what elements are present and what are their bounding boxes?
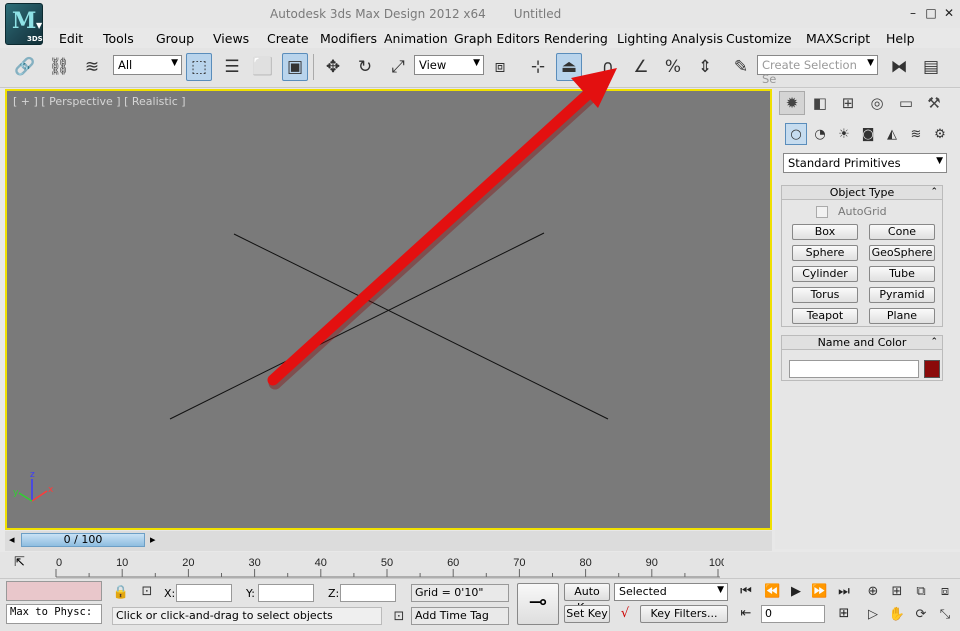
category-value: Standard Primitives	[788, 156, 901, 170]
helpers-icon[interactable]: ◭	[881, 123, 903, 145]
status-bar: Max to Physc: 🔒 ⊡ X: Y: Z: Grid = 0'10" …	[0, 578, 960, 631]
create-category-icons: ○ ◔ ☀ ◙ ◭ ≋ ⚙	[783, 123, 953, 147]
cylinder-button[interactable]: Cylinder	[792, 266, 858, 282]
name-and-color-rollout: Name and Color ⌃	[781, 335, 943, 381]
absolute-mode-icon[interactable]: ⊡	[138, 584, 156, 599]
y-coordinate-field[interactable]	[258, 584, 314, 602]
z-coordinate-field[interactable]	[340, 584, 396, 602]
default-in-out-tangents-icon[interactable]: √	[616, 606, 634, 621]
orbit-icon[interactable]: ⟳	[912, 607, 930, 622]
lights-icon[interactable]: ☀	[833, 123, 855, 145]
sphere-button[interactable]: Sphere	[792, 245, 858, 261]
systems-icon[interactable]: ⚙	[929, 123, 951, 145]
command-panel-tabs: ✹ ◧ ⊞ ◎ ▭ ⚒	[775, 89, 960, 117]
tube-button[interactable]: Tube	[869, 266, 935, 282]
category-dropdown[interactable]: Standard Primitives ▼	[783, 153, 947, 173]
play-icon[interactable]: ▶	[788, 584, 804, 599]
zoom-extents-icon[interactable]: ⧉	[912, 584, 930, 599]
go-to-start-icon[interactable]: ⏮	[738, 584, 754, 599]
object-type-header[interactable]: Object Type ⌃	[782, 186, 942, 200]
name-and-color-header[interactable]: Name and Color ⌃	[782, 336, 942, 350]
track-bar-label: 60	[447, 557, 459, 569]
autogrid-label: AutoGrid	[838, 205, 887, 218]
create-tab-icon[interactable]: ✹	[779, 91, 805, 115]
current-frame-field[interactable]: 0	[761, 605, 825, 623]
track-bar-label: 70	[513, 557, 525, 569]
display-tab-icon[interactable]: ▭	[893, 91, 919, 115]
lock-icon[interactable]: 🔒	[112, 585, 130, 600]
motion-tab-icon[interactable]: ◎	[864, 91, 890, 115]
hierarchy-tab-icon[interactable]: ⊞	[835, 91, 861, 115]
collapse-icon: ⌃	[930, 337, 938, 347]
set-key-mode-icon[interactable]: ⊸	[517, 583, 559, 625]
modify-tab-icon[interactable]: ◧	[807, 91, 833, 115]
utilities-tab-icon[interactable]: ⚒	[921, 91, 947, 115]
zoom-extents-all-icon[interactable]: ⧈	[936, 584, 954, 599]
track-bar-label: 100	[709, 557, 724, 569]
object-name-input[interactable]	[789, 360, 919, 378]
object-color-swatch[interactable]	[924, 360, 940, 378]
time-slider-next-icon[interactable]: ▸	[150, 533, 156, 546]
chevron-down-icon: ▼	[717, 585, 724, 595]
object-type-rollout: Object Type ⌃ AutoGrid Box Cone Sphere G…	[781, 185, 943, 327]
track-bar-label: 30	[248, 557, 260, 569]
track-bar-label: 0	[56, 557, 62, 569]
autogrid-checkbox[interactable]	[816, 206, 828, 218]
plane-button[interactable]: Plane	[869, 308, 935, 324]
add-time-tag[interactable]: Add Time Tag	[411, 607, 509, 625]
time-slider-prev-icon[interactable]: ◂	[9, 533, 15, 546]
torus-button[interactable]: Torus	[792, 287, 858, 303]
pyramid-button[interactable]: Pyramid	[869, 287, 935, 303]
track-bar-label: 50	[381, 557, 393, 569]
go-to-end-icon[interactable]: ⏭	[836, 584, 852, 599]
maximize-viewport-icon[interactable]: ⤡	[936, 607, 954, 622]
time-configuration-icon[interactable]: ⊞	[836, 606, 852, 621]
maxscript-mini-listener-top[interactable]	[6, 581, 102, 601]
track-bar[interactable]: ⇱ 0 10 20 30 40 50 60 70 80 90 100	[0, 552, 960, 578]
teapot-button[interactable]: Teapot	[792, 308, 858, 324]
track-bar-label: 20	[182, 557, 194, 569]
cone-button[interactable]: Cone	[869, 224, 935, 240]
name-and-color-title: Name and Color	[817, 336, 907, 349]
key-mode-toggle-icon[interactable]: ⇤	[738, 606, 754, 621]
box-button[interactable]: Box	[792, 224, 858, 240]
zoom-all-icon[interactable]: ⊞	[888, 584, 906, 599]
x-label: X:	[164, 587, 176, 600]
track-bar-label: 10	[116, 557, 128, 569]
space-warps-icon[interactable]: ≋	[905, 123, 927, 145]
track-bar-label: 80	[579, 557, 591, 569]
maxscript-mini-listener[interactable]: Max to Physc:	[6, 604, 102, 624]
grid-size-readout: Grid = 0'10"	[411, 584, 509, 602]
key-mode-value: Selected	[619, 585, 667, 598]
previous-frame-icon[interactable]: ⏪	[764, 584, 780, 599]
track-bar-ruler: 0 10 20 30 40 50 60 70 80 90 100	[55, 557, 724, 578]
shapes-icon[interactable]: ◔	[809, 123, 831, 145]
time-slider[interactable]: ◂ 0 / 100 ▸	[5, 531, 772, 551]
x-coordinate-field[interactable]	[176, 584, 232, 602]
cameras-icon[interactable]: ◙	[857, 123, 879, 145]
z-label: Z:	[328, 587, 340, 600]
time-tag-icon[interactable]: ⊡	[390, 609, 408, 624]
key-filters-button[interactable]: Key Filters...	[640, 605, 728, 623]
field-of-view-icon[interactable]: ▷	[864, 607, 882, 622]
geometry-icon[interactable]: ○	[785, 123, 807, 145]
geosphere-button[interactable]: GeoSphere	[869, 245, 935, 261]
open-mini-curve-editor-icon[interactable]: ⇱	[14, 555, 25, 570]
track-bar-label: 90	[646, 557, 658, 569]
command-panel: ✹ ◧ ⊞ ◎ ▭ ⚒ ○ ◔ ☀ ◙ ◭ ≋ ⚙ Standard Primi…	[775, 89, 960, 549]
track-bar-label: 40	[315, 557, 327, 569]
next-frame-icon[interactable]: ⏩	[811, 584, 827, 599]
y-label: Y:	[246, 587, 255, 600]
pan-view-icon[interactable]: ✋	[888, 607, 906, 622]
chevron-down-icon: ▼	[936, 156, 943, 166]
set-key-button[interactable]: Set Key	[564, 605, 610, 623]
collapse-icon: ⌃	[930, 187, 938, 197]
prompt-line: Click or click-and-drag to select object…	[112, 607, 382, 625]
time-slider-thumb[interactable]: 0 / 100	[21, 533, 145, 547]
zoom-icon[interactable]: ⊕	[864, 584, 882, 599]
object-type-title: Object Type	[829, 186, 895, 199]
key-mode-dropdown[interactable]: Selected ▼	[614, 583, 728, 601]
auto-key-button[interactable]: Auto Key	[564, 583, 610, 614]
